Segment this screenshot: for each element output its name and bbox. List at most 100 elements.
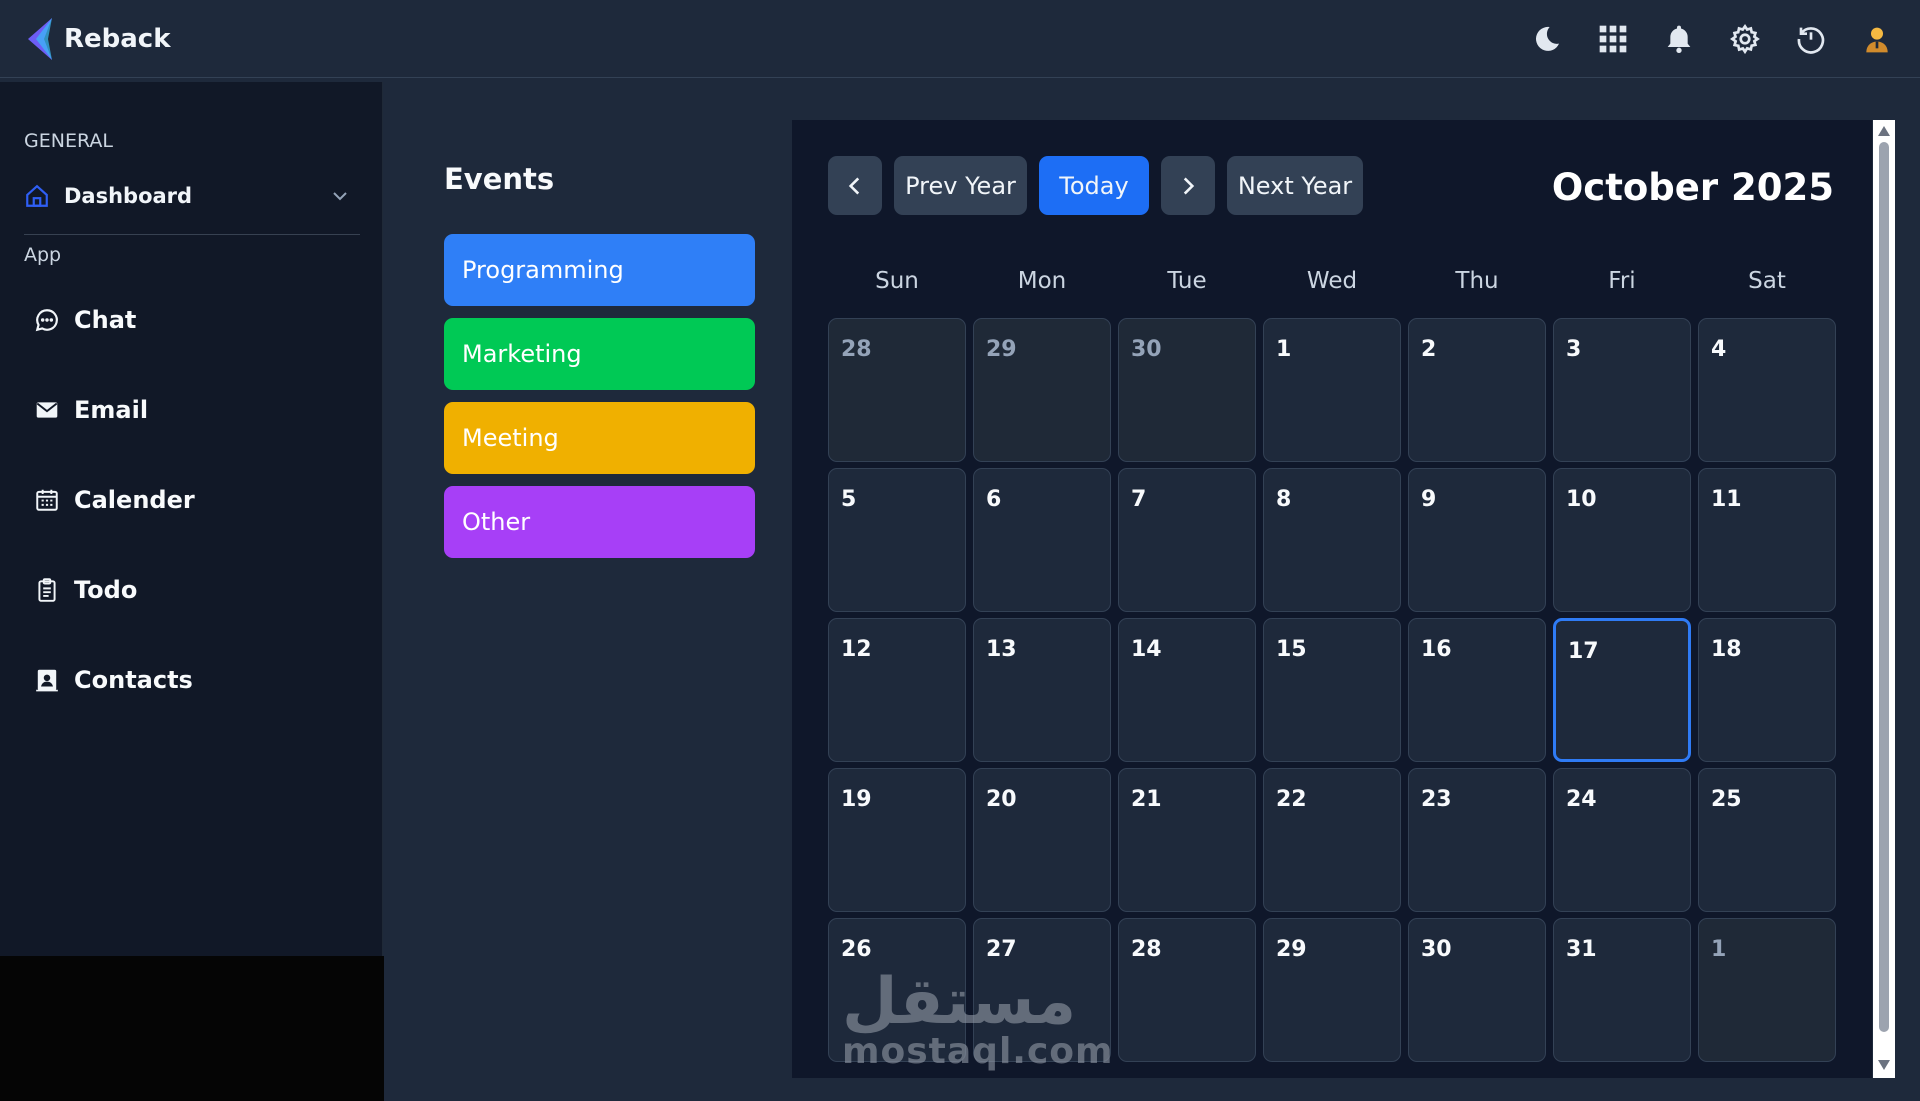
event-meeting[interactable]: Meeting xyxy=(444,402,755,474)
day-number: 1 xyxy=(1711,937,1727,962)
day-number: 27 xyxy=(986,937,1017,962)
scrollbar-thumb[interactable] xyxy=(1879,142,1889,1032)
bell-icon[interactable] xyxy=(1660,20,1698,58)
event-marketing[interactable]: Marketing xyxy=(444,318,755,390)
day-number: 3 xyxy=(1566,337,1582,362)
day-number: 9 xyxy=(1421,487,1437,512)
calendar-day-cell[interactable]: 1 xyxy=(1263,318,1401,462)
calendar-day-cell[interactable]: 17 xyxy=(1553,618,1691,762)
section-label-general: GENERAL xyxy=(24,130,113,152)
prev-month-button[interactable] xyxy=(828,156,882,215)
moon-icon[interactable] xyxy=(1528,20,1566,58)
calendar-day-cell[interactable]: 3 xyxy=(1553,318,1691,462)
next-month-button[interactable] xyxy=(1161,156,1215,215)
contacts-icon xyxy=(36,669,58,692)
calendar-day-cell[interactable]: 31 xyxy=(1553,918,1691,1062)
sidebar-item-chat[interactable]: Chat xyxy=(34,298,354,342)
calendar-day-cell[interactable]: 20 xyxy=(973,768,1111,912)
day-number: 8 xyxy=(1276,487,1292,512)
day-number: 14 xyxy=(1131,637,1162,662)
apps-grid-icon[interactable] xyxy=(1594,20,1632,58)
calendar-day-cell[interactable]: 7 xyxy=(1118,468,1256,612)
chevron-left-icon xyxy=(848,176,860,195)
user-avatar-icon[interactable] xyxy=(1858,20,1896,58)
calendar-day-cell[interactable]: 29 xyxy=(1263,918,1401,1062)
calendar-day-cell[interactable]: 29 xyxy=(973,318,1111,462)
weekday-sat: Sat xyxy=(1748,268,1786,294)
history-icon[interactable] xyxy=(1792,20,1830,58)
event-other[interactable]: Other xyxy=(444,486,755,558)
calendar-day-cell[interactable]: 10 xyxy=(1553,468,1691,612)
day-number: 7 xyxy=(1131,487,1147,512)
sidebar-divider xyxy=(24,234,360,235)
day-number: 29 xyxy=(986,337,1017,362)
calendar-day-cell[interactable]: 26 xyxy=(828,918,966,1062)
calendar-icon xyxy=(36,489,58,511)
calendar-day-cell[interactable]: 22 xyxy=(1263,768,1401,912)
calendar-day-cell[interactable]: 16 xyxy=(1408,618,1546,762)
sidebar-item-email[interactable]: Email xyxy=(34,388,354,432)
sidebar-item-label: Contacts xyxy=(74,666,193,694)
calendar-day-cell[interactable]: 21 xyxy=(1118,768,1256,912)
today-button[interactable]: Today xyxy=(1039,156,1149,215)
calendar-day-cell[interactable]: 6 xyxy=(973,468,1111,612)
top-header: Reback xyxy=(0,0,1920,78)
section-label-app: App xyxy=(24,244,62,266)
chevron-down-icon[interactable] xyxy=(328,184,352,208)
calendar-day-cell[interactable]: 25 xyxy=(1698,768,1836,912)
day-number: 1 xyxy=(1276,337,1292,362)
calendar-day-cell[interactable]: 9 xyxy=(1408,468,1546,612)
prev-year-button[interactable]: Prev Year xyxy=(894,156,1027,215)
month-title: October 2025 xyxy=(1551,166,1834,209)
chevron-right-icon xyxy=(1183,176,1195,195)
calendar-day-cell[interactable]: 30 xyxy=(1408,918,1546,1062)
day-number: 11 xyxy=(1711,487,1742,512)
sidebar-item-todo[interactable]: Todo xyxy=(34,568,354,612)
day-number: 30 xyxy=(1131,337,1162,362)
sidebar-item-calender[interactable]: Calender xyxy=(34,478,354,522)
mail-icon xyxy=(36,402,58,418)
sidebar-item-contacts[interactable]: Contacts xyxy=(34,658,354,702)
calendar-day-cell[interactable]: 28 xyxy=(1118,918,1256,1062)
calendar-day-cell[interactable]: 5 xyxy=(828,468,966,612)
calendar-day-cell[interactable]: 8 xyxy=(1263,468,1401,612)
next-year-button[interactable]: Next Year xyxy=(1227,156,1363,215)
day-number: 18 xyxy=(1711,637,1742,662)
event-programming[interactable]: Programming xyxy=(444,234,755,306)
logo-icon xyxy=(28,17,52,60)
calendar-day-cell[interactable]: 2 xyxy=(1408,318,1546,462)
calendar-day-cell[interactable]: 12 xyxy=(828,618,966,762)
gear-icon[interactable] xyxy=(1726,20,1764,58)
day-number: 15 xyxy=(1276,637,1307,662)
calendar-day-cell[interactable]: 23 xyxy=(1408,768,1546,912)
day-number: 17 xyxy=(1568,639,1599,664)
brand[interactable]: Reback xyxy=(22,14,171,64)
calendar-day-cell[interactable]: 4 xyxy=(1698,318,1836,462)
day-number: 31 xyxy=(1566,937,1597,962)
calendar-day-cell[interactable]: 24 xyxy=(1553,768,1691,912)
calendar-day-cell[interactable]: 19 xyxy=(828,768,966,912)
day-number: 23 xyxy=(1421,787,1452,812)
calendar-day-cell[interactable]: 28 xyxy=(828,318,966,462)
day-number: 10 xyxy=(1566,487,1597,512)
weekday-fri: Fri xyxy=(1608,268,1636,294)
scroll-up-arrow-icon[interactable] xyxy=(1876,124,1892,138)
weekday-sun: Sun xyxy=(875,268,919,294)
calendar-day-cell[interactable]: 1 xyxy=(1698,918,1836,1062)
sidebar-item-label: Dashboard xyxy=(64,184,193,208)
weekday-thu: Thu xyxy=(1455,268,1499,294)
day-number: 2 xyxy=(1421,337,1437,362)
calendar-day-cell[interactable]: 27 xyxy=(973,918,1111,1062)
calendar-day-cell[interactable]: 11 xyxy=(1698,468,1836,612)
page-scrollbar[interactable] xyxy=(1873,120,1895,1078)
calendar-day-cell[interactable]: 18 xyxy=(1698,618,1836,762)
calendar-day-cell[interactable]: 30 xyxy=(1118,318,1256,462)
calendar-day-cell[interactable]: 13 xyxy=(973,618,1111,762)
weekday-wed: Wed xyxy=(1306,268,1358,294)
calendar-day-cell[interactable]: 14 xyxy=(1118,618,1256,762)
scroll-down-arrow-icon[interactable] xyxy=(1876,1058,1892,1072)
home-icon xyxy=(26,184,48,207)
sidebar-item-dashboard[interactable]: Dashboard xyxy=(24,176,360,216)
calendar-day-cell[interactable]: 15 xyxy=(1263,618,1401,762)
day-number: 16 xyxy=(1421,637,1452,662)
